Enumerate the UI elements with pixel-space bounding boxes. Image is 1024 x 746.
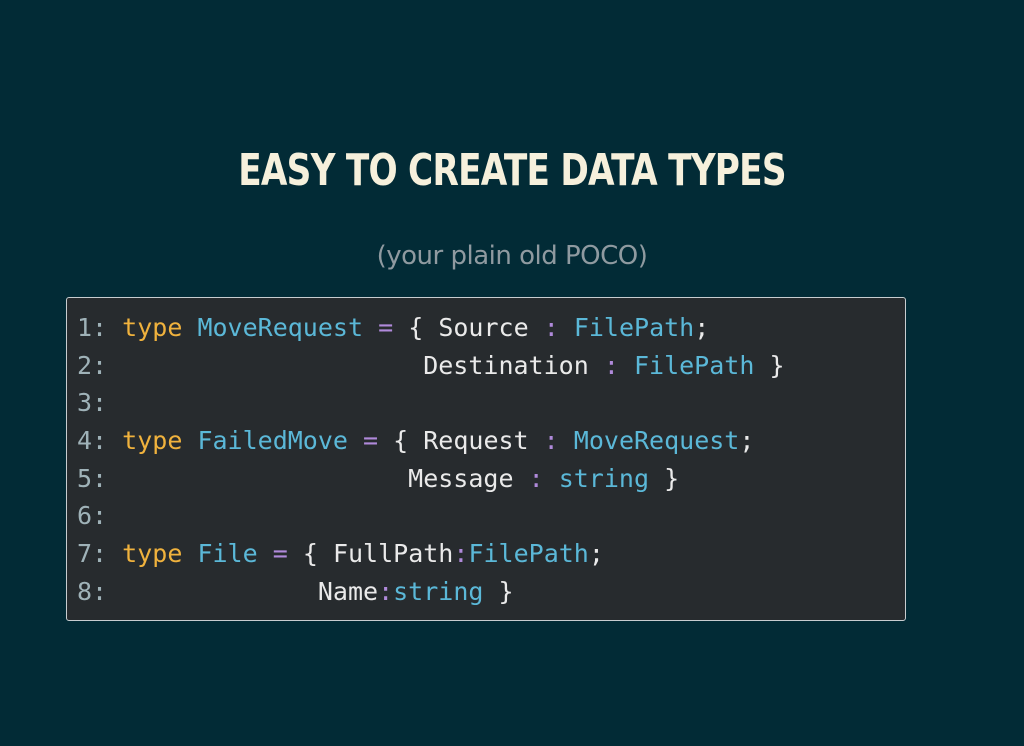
slide: EASY TO CREATE DATA TYPES (your plain ol… <box>0 0 1024 746</box>
line-number: 4: <box>77 426 108 455</box>
colon-operator: : <box>543 313 559 342</box>
line-number: 3: <box>77 388 108 417</box>
slide-title: EASY TO CREATE DATA TYPES <box>238 145 786 196</box>
field-type: string <box>558 464 650 493</box>
type-name: File <box>197 539 258 568</box>
keyword: type <box>122 539 183 568</box>
field-name: Request <box>423 426 529 455</box>
type-name: MoveRequest <box>197 313 364 342</box>
code-line-3: 3: <box>77 384 107 421</box>
field-type: FilePath <box>633 351 755 380</box>
field-type: FilePath <box>573 313 695 342</box>
colon-operator: : <box>453 539 469 568</box>
line-number: 6: <box>77 501 108 530</box>
code-line-5: 5: Message : string } <box>77 464 680 493</box>
field-name: FullPath <box>332 539 454 568</box>
code-line-7: 7: type File = { FullPath:FilePath; <box>77 539 604 568</box>
keyword: type <box>122 426 183 455</box>
code-line-4: 4: type FailedMove = { Request : MoveReq… <box>77 426 755 455</box>
line-number: 8: <box>77 577 108 606</box>
code-block: 1: type MoveRequest = { Source : FilePat… <box>66 297 906 621</box>
code-line-8: 8: Name:string } <box>77 577 514 606</box>
field-name: Name <box>317 577 379 606</box>
field-type: MoveRequest <box>573 426 740 455</box>
slide-subtitle: (your plain old POCO) <box>376 241 648 271</box>
line-number: 2: <box>77 351 108 380</box>
line-number: 1: <box>77 313 108 342</box>
colon-operator: : <box>603 351 619 380</box>
field-name: Source <box>438 313 529 342</box>
equals-operator: = <box>272 539 288 568</box>
field-name: Message <box>408 464 514 493</box>
colon-operator: : <box>528 464 544 493</box>
field-type: string <box>393 577 484 606</box>
code-line-6: 6: <box>77 497 107 534</box>
code-line-2: 2: Destination : FilePath } <box>77 351 785 380</box>
type-name: FailedMove <box>197 426 348 455</box>
line-number: 5: <box>77 464 108 493</box>
line-number: 7: <box>77 539 108 568</box>
equals-operator: = <box>378 313 394 342</box>
colon-operator: : <box>378 577 394 606</box>
field-type: FilePath <box>468 539 589 568</box>
code-line-1: 1: type MoveRequest = { Source : FilePat… <box>77 313 710 342</box>
equals-operator: = <box>363 426 379 455</box>
colon-operator: : <box>543 426 559 455</box>
keyword: type <box>122 313 183 342</box>
field-name: Destination <box>423 351 589 380</box>
